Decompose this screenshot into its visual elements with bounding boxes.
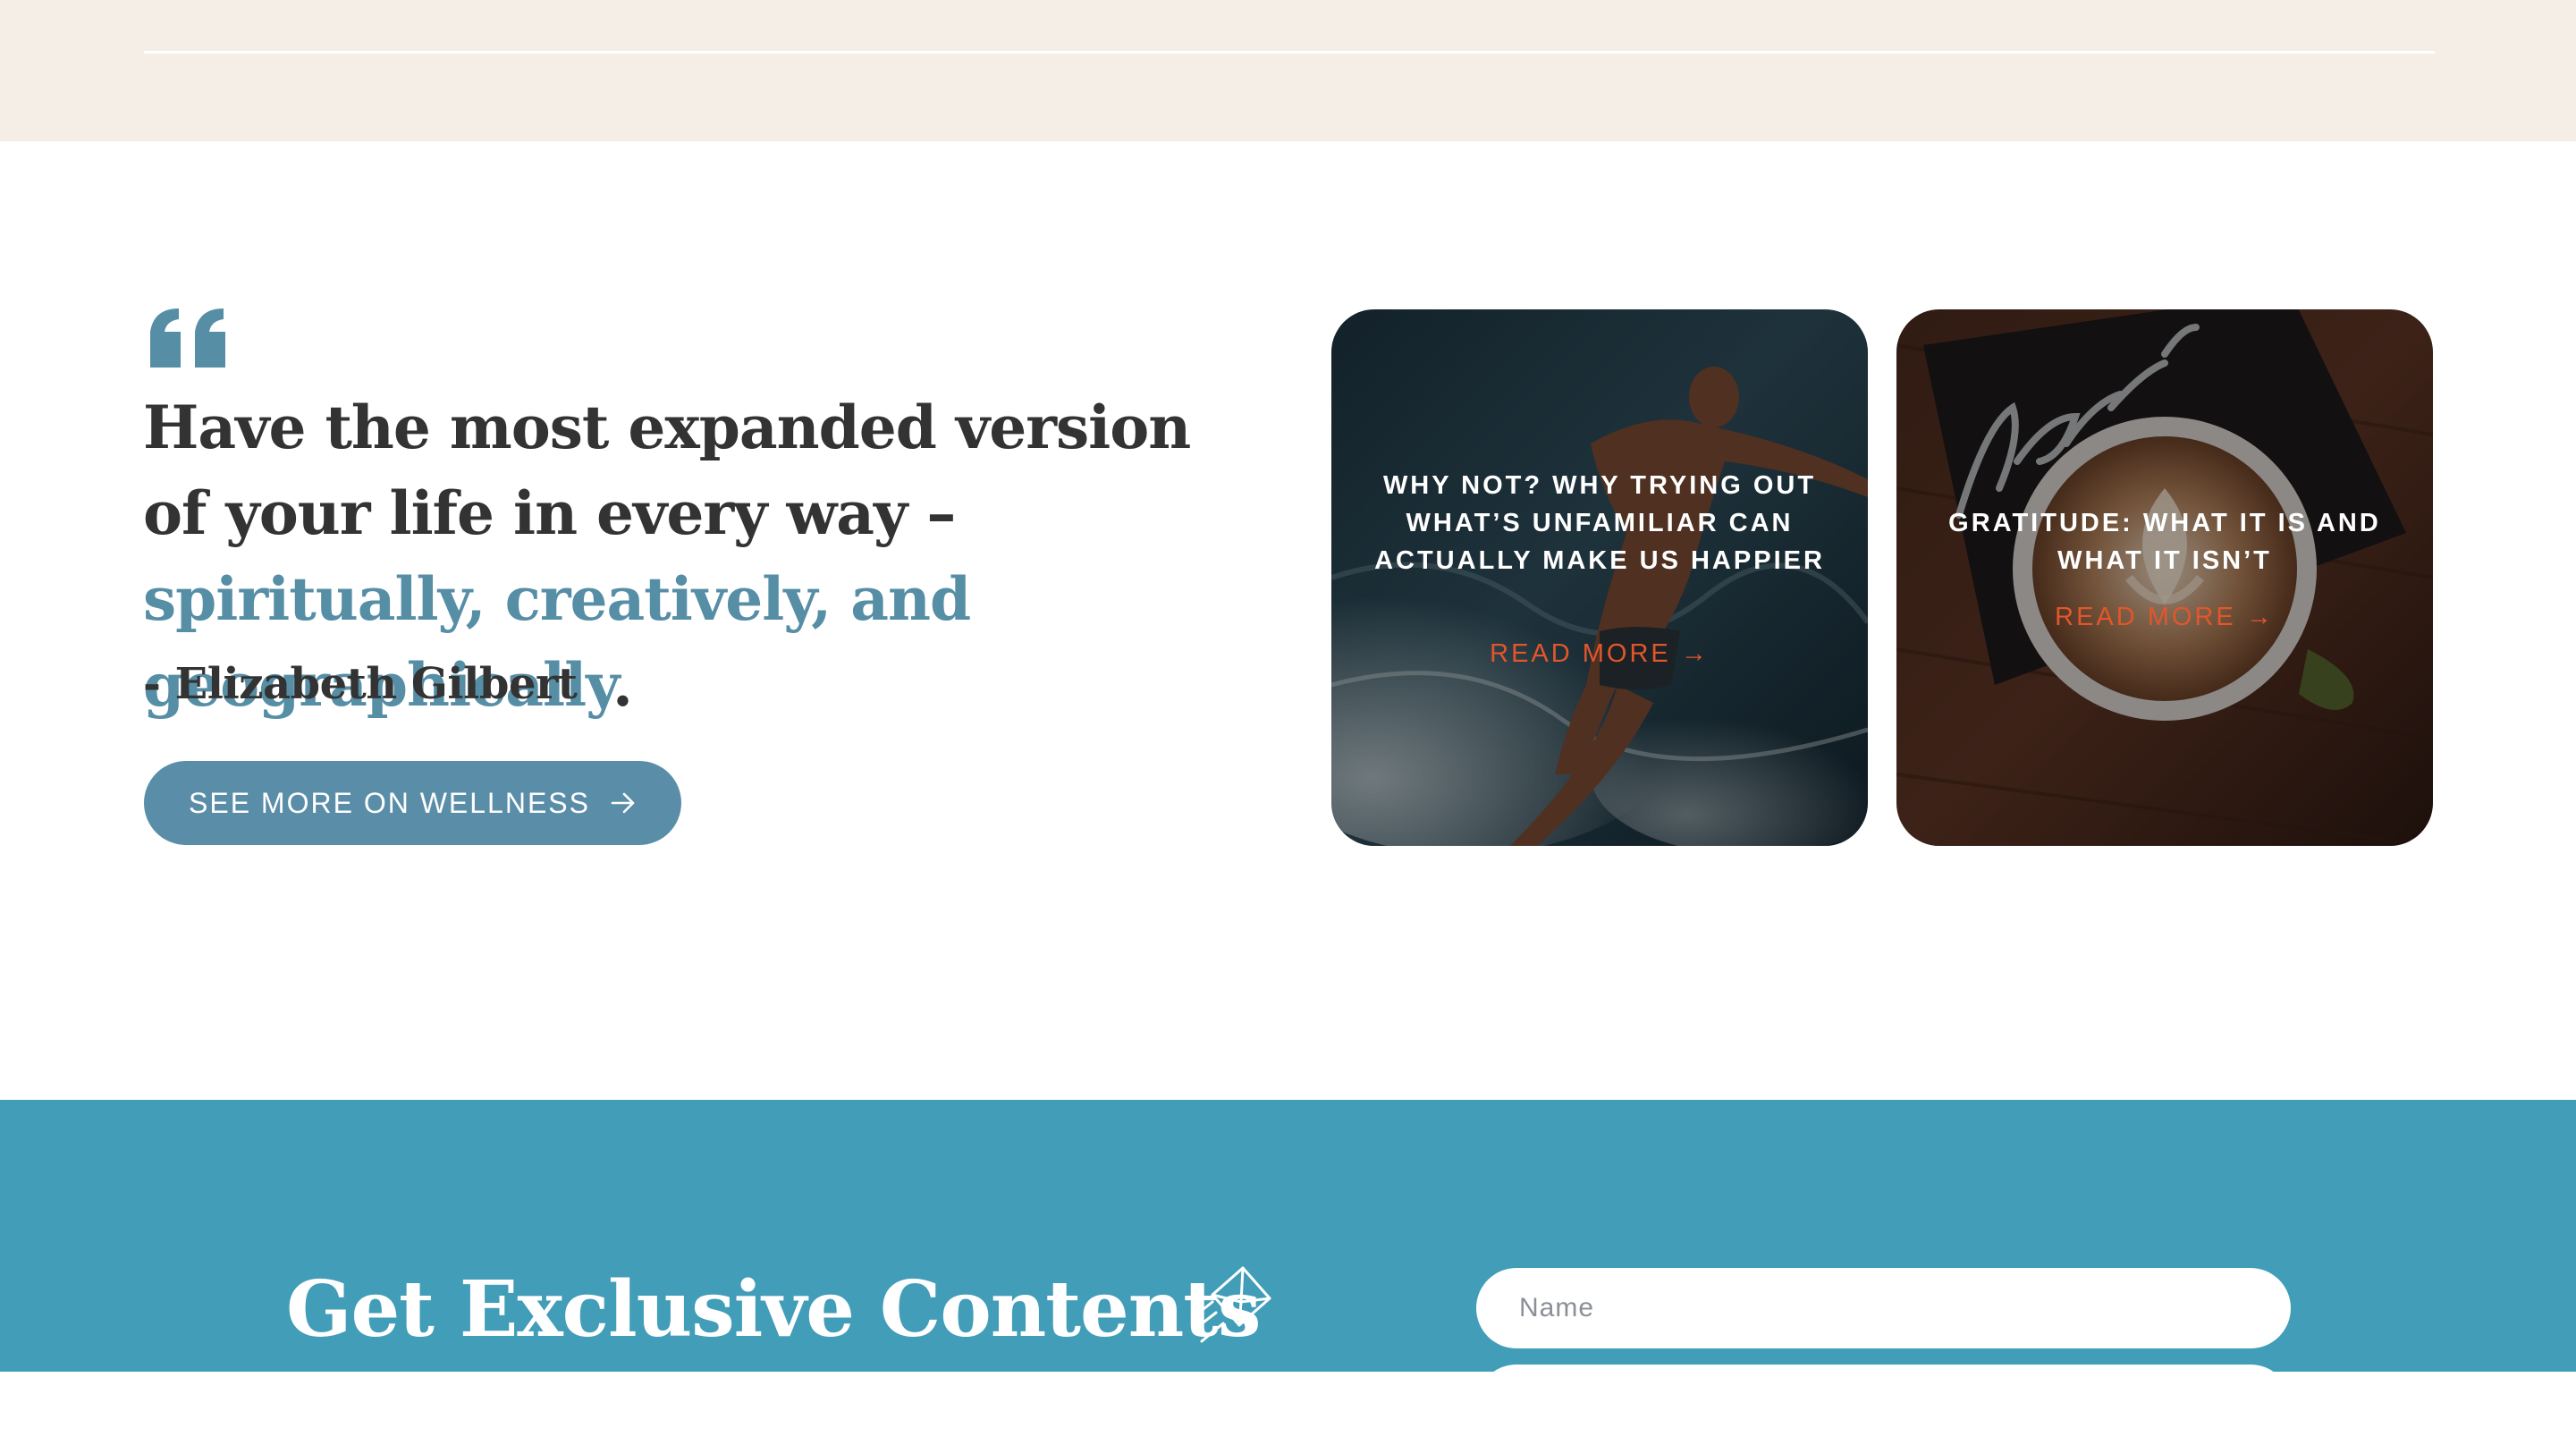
read-more-label: READ MORE bbox=[2055, 603, 2236, 631]
see-more-wellness-button[interactable]: SEE MORE ON WELLNESS bbox=[144, 761, 681, 845]
quote-author: - Elizabeth Gilbert bbox=[143, 659, 578, 709]
read-more-link[interactable]: READ MORE → bbox=[1896, 603, 2433, 632]
quote-text-main: Have the most expanded version of your l… bbox=[143, 393, 1191, 548]
newsletter-title: Get Exclusive Contents bbox=[286, 1264, 1261, 1355]
newsletter-section: Get Exclusive Contents bbox=[0, 1100, 2576, 1445]
arrow-right-icon: → bbox=[2245, 603, 2275, 631]
card-title[interactable]: WHY NOT? WHY TRYING OUT WHAT’S UNFAMILIA… bbox=[1367, 467, 1832, 579]
blog-card-unfamiliar[interactable]: WHY NOT? WHY TRYING OUT WHAT’S UNFAMILIA… bbox=[1331, 309, 1868, 846]
divider bbox=[144, 51, 2435, 54]
card-title[interactable]: GRATITUDE: WHAT IT IS AND WHAT IT ISN’T bbox=[1932, 504, 2397, 579]
name-input[interactable] bbox=[1476, 1268, 2291, 1348]
email-input[interactable] bbox=[1476, 1365, 2291, 1445]
top-band bbox=[0, 0, 2576, 141]
arrow-right-icon: → bbox=[1680, 639, 1710, 668]
envelope-send-icon bbox=[1191, 1266, 1271, 1343]
read-more-link[interactable]: READ MORE → bbox=[1331, 639, 1868, 669]
quote-text-end: . bbox=[612, 650, 633, 720]
quote-icon bbox=[150, 308, 225, 368]
see-more-wellness-label: SEE MORE ON WELLNESS bbox=[189, 786, 590, 819]
arrow-right-icon bbox=[611, 792, 635, 814]
read-more-label: READ MORE bbox=[1490, 639, 1671, 668]
blog-card-gratitude[interactable]: GRATITUDE: WHAT IT IS AND WHAT IT ISN’T … bbox=[1896, 309, 2433, 846]
